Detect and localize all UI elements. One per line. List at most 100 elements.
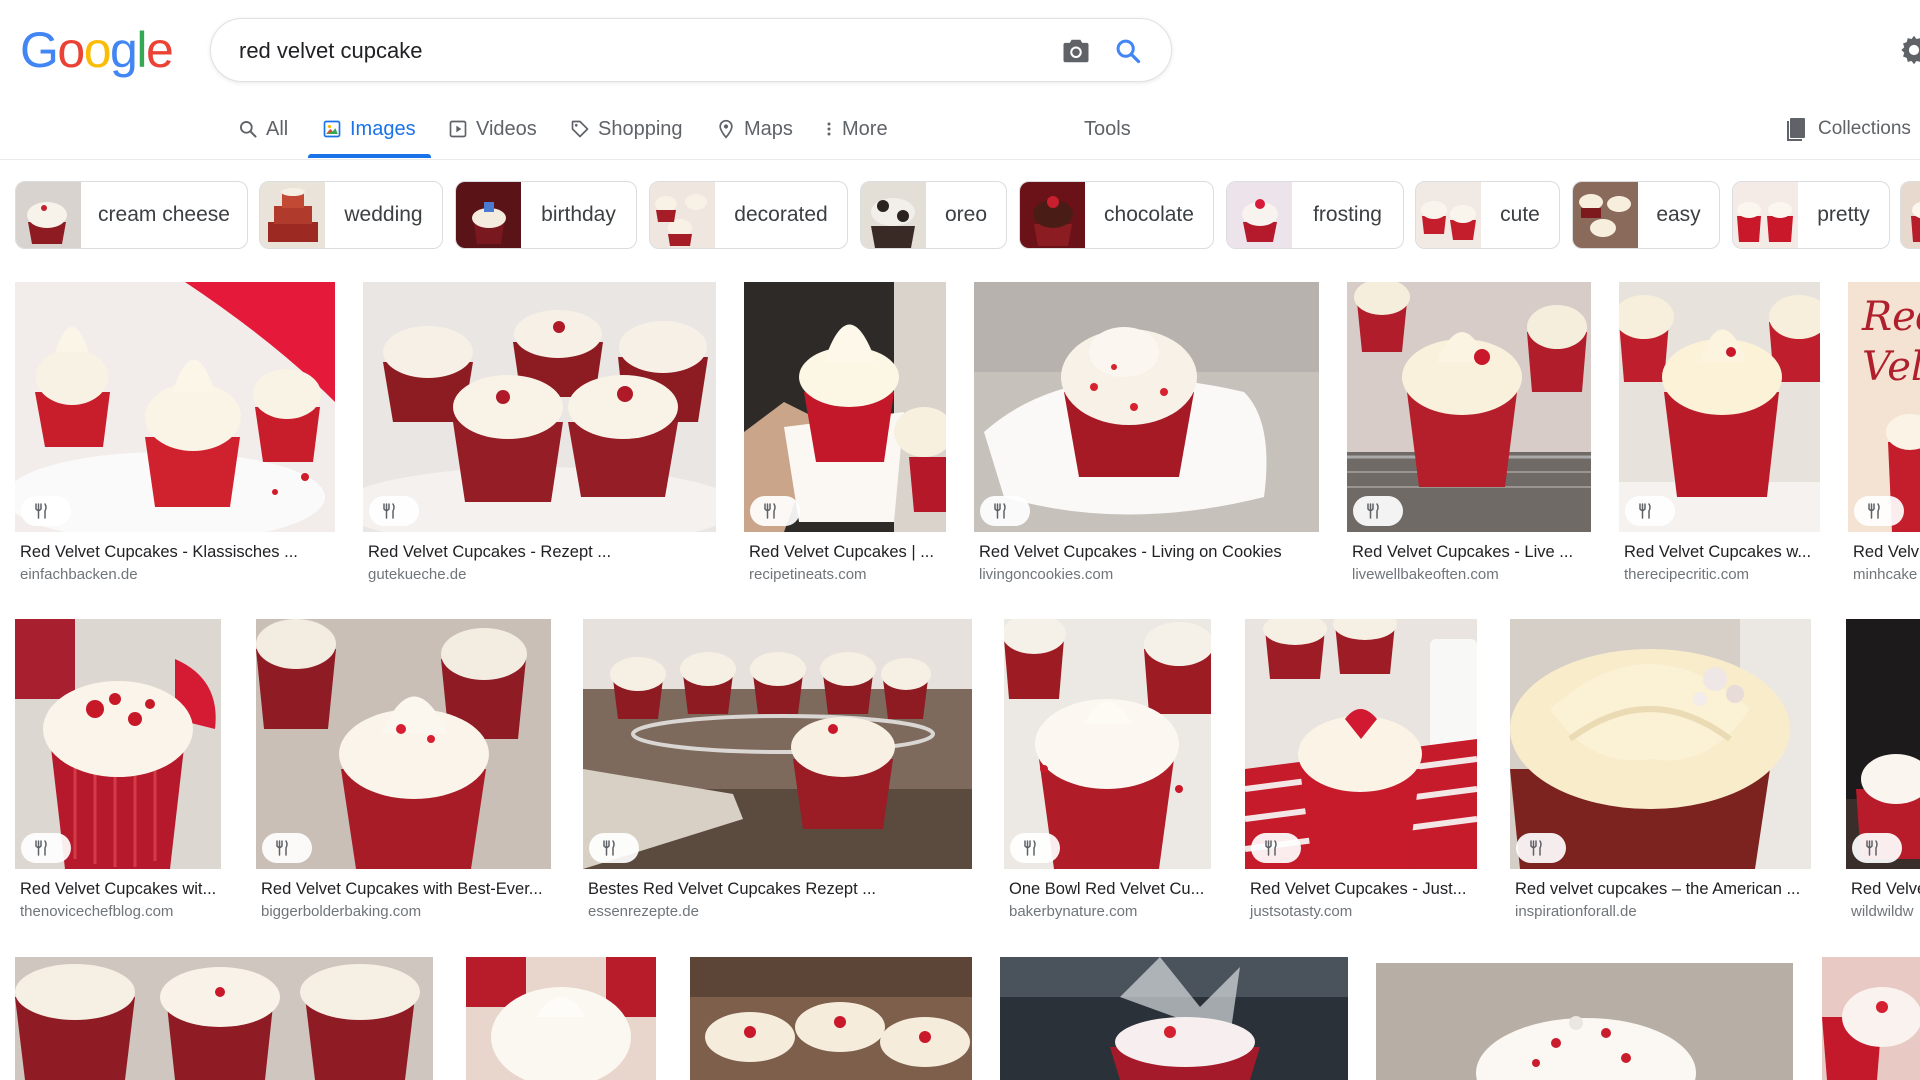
tab-more[interactable]: More xyxy=(824,100,888,158)
result-title: Red Velve xyxy=(1851,880,1920,898)
image-result[interactable]: Red Velve wildwildw xyxy=(1846,619,1920,920)
result-source: wildwildw xyxy=(1851,903,1914,920)
result-thumbnail xyxy=(1245,619,1477,869)
image-result[interactable]: Bestes Red Velvet Cupcakes Rezept ... es… xyxy=(583,619,972,920)
image-result[interactable] xyxy=(1000,957,1348,1080)
result-title: Red Velvet Cupcakes wit... xyxy=(20,880,217,898)
camera-icon[interactable] xyxy=(1057,32,1095,70)
image-result[interactable]: Red Velvet Cupcakes | ... recipetineats.… xyxy=(744,282,946,583)
tab-all[interactable]: All xyxy=(238,100,288,158)
chip-thumbnail xyxy=(16,182,81,248)
chip-thumbnail xyxy=(1733,182,1798,248)
result-thumbnail xyxy=(1347,282,1591,532)
result-title: Bestes Red Velvet Cupcakes Rezept ... xyxy=(588,880,876,898)
logo-letter: e xyxy=(145,22,174,78)
chip-oreo[interactable]: oreo xyxy=(860,181,1007,249)
tools-button[interactable]: Tools xyxy=(1084,100,1131,158)
tab-videos[interactable]: Videos xyxy=(448,100,537,158)
chip-label: pretty xyxy=(1817,203,1870,226)
chip-label: decorated xyxy=(734,203,828,226)
logo-letter: o xyxy=(83,22,112,78)
recipe-icon xyxy=(1625,496,1675,526)
recipe-icon xyxy=(369,496,419,526)
image-result[interactable]: Red Velvet Cupcakes - Klassisches ... ei… xyxy=(15,282,335,583)
search-input[interactable] xyxy=(239,31,999,71)
result-title: Red Velvet Cupcakes | ... xyxy=(749,543,934,561)
result-thumbnail xyxy=(363,282,716,532)
result-source: livingoncookies.com xyxy=(979,566,1114,583)
search-icon xyxy=(240,121,257,138)
gear-icon[interactable] xyxy=(1896,32,1920,68)
search-icon[interactable] xyxy=(1109,32,1147,70)
active-tab-indicator xyxy=(308,154,431,158)
recipe-icon xyxy=(1353,496,1403,526)
image-result[interactable]: Red Velvet Cupcakes - Live ... livewellb… xyxy=(1347,282,1591,583)
image-result[interactable]: Red velvet cupcakes – the American ... i… xyxy=(1510,619,1811,920)
chip-label: easy xyxy=(1656,203,1701,226)
result-source: inspirationforall.de xyxy=(1515,903,1637,920)
result-thumbnail xyxy=(1376,963,1793,1080)
logo-letter: o xyxy=(57,22,85,78)
result-thumbnail xyxy=(1619,282,1820,532)
recipe-icon xyxy=(750,496,800,526)
search-box xyxy=(210,18,1172,82)
chip-easy[interactable]: easy xyxy=(1572,181,1720,249)
result-source: thenovicechefblog.com xyxy=(20,903,174,920)
bookmark-icon xyxy=(1787,118,1805,141)
chip-cream-cheese[interactable]: cream cheese xyxy=(15,181,248,249)
tab-shopping[interactable]: Shopping xyxy=(570,100,683,158)
image-result[interactable] xyxy=(1376,963,1793,1080)
image-result[interactable]: Red Velvet Cupcakes wit... thenovicechef… xyxy=(15,619,221,920)
result-title: Red Velvet Cupcakes with Best-Ever... xyxy=(261,880,543,898)
chip-cute[interactable]: cute xyxy=(1415,181,1560,249)
result-thumbnail xyxy=(1822,957,1920,1080)
collections-button[interactable]: Collections xyxy=(1786,100,1911,158)
result-source: minhcake xyxy=(1853,566,1918,583)
image-result[interactable]: Red Velvet Cupcakes w... therecipecritic… xyxy=(1619,282,1820,583)
chip-overflow[interactable] xyxy=(1900,181,1920,249)
tab-label: More xyxy=(842,117,888,140)
tab-images[interactable]: Images xyxy=(322,100,416,158)
tab-maps[interactable]: Maps xyxy=(716,100,793,158)
image-result[interactable] xyxy=(15,957,433,1080)
chip-label: oreo xyxy=(944,203,988,226)
result-source: therecipecritic.com xyxy=(1624,566,1750,583)
image-result[interactable] xyxy=(690,957,972,1080)
recipe-icon xyxy=(1251,833,1301,863)
recipe-icon xyxy=(589,833,639,863)
image-result[interactable]: Red Velvet Cupcakes with Best-Ever... bi… xyxy=(256,619,551,920)
result-title: Red Velvet Cupcakes - Klassisches ... xyxy=(20,543,298,561)
collections-label: Collections xyxy=(1818,118,1911,139)
chip-chocolate[interactable]: chocolate xyxy=(1019,181,1214,249)
result-thumbnail xyxy=(1004,619,1211,869)
chip-decorated[interactable]: decorated xyxy=(649,181,848,249)
chip-thumbnail xyxy=(456,182,521,248)
result-thumbnail: RedVel xyxy=(1848,282,1920,532)
kebab-icon xyxy=(827,122,831,136)
chip-label: cream cheese xyxy=(98,203,230,226)
recipe-icon xyxy=(262,833,312,863)
image-result[interactable]: Red Velvet Cupcakes - Just... justsotast… xyxy=(1245,619,1477,920)
image-result[interactable]: One Bowl Red Velvet Cu... bakerbynature.… xyxy=(1004,619,1211,920)
recipe-icon xyxy=(1010,833,1060,863)
image-result[interactable]: Red Velvet Cupcakes - Rezept ... gutekue… xyxy=(363,282,716,583)
chip-frosting[interactable]: frosting xyxy=(1226,181,1404,249)
chip-label: wedding xyxy=(344,203,423,226)
image-result[interactable] xyxy=(466,957,656,1080)
chip-thumbnail xyxy=(1573,182,1638,248)
result-thumbnail xyxy=(583,619,972,869)
chip-wedding[interactable]: wedding xyxy=(259,181,443,249)
image-result[interactable] xyxy=(1822,957,1920,1080)
result-title: Red Velvet Cupcakes w... xyxy=(1624,543,1812,561)
google-logo[interactable]: Google xyxy=(20,20,174,80)
logo-letter: G xyxy=(20,22,59,78)
chip-pretty[interactable]: pretty xyxy=(1732,181,1890,249)
header: Google xyxy=(0,0,1920,100)
chip-birthday[interactable]: birthday xyxy=(455,181,637,249)
chip-thumbnail xyxy=(650,182,715,248)
image-icon xyxy=(323,120,341,138)
image-result[interactable]: Red Velvet Cupcakes - Living on Cookies … xyxy=(974,282,1319,583)
tab-label: Shopping xyxy=(598,117,683,140)
result-source: recipetineats.com xyxy=(749,566,867,583)
image-result[interactable]: RedVel Red Velv minhcake xyxy=(1848,282,1920,583)
